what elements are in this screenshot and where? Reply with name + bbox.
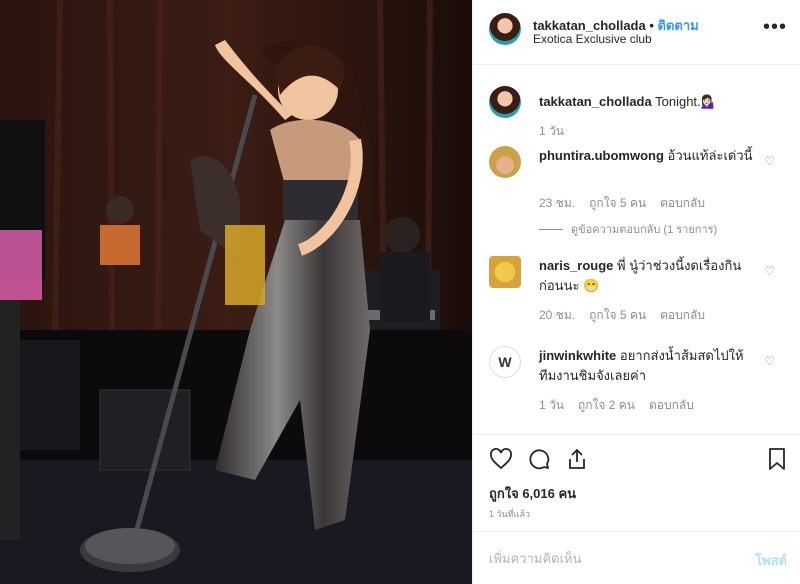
comment-meta: 23 ชม. ถูกใจ 5 คน ตอบกลับ [539, 194, 705, 213]
comment-meta: 20 ชม. ถูกใจ 5 คน ตอบกลับ [539, 306, 705, 325]
post-photo[interactable] [0, 0, 472, 584]
comment-list[interactable]: takkatan_chollada Tonight.💁🏻‍♀️ 1 วัน ph… [473, 66, 800, 434]
avatar[interactable] [489, 256, 521, 288]
heart-icon[interactable] [489, 447, 513, 471]
comment-icon[interactable] [527, 447, 551, 471]
comment-username[interactable]: jinwinkwhite [539, 348, 616, 363]
avatar[interactable] [489, 146, 521, 178]
comment-like-icon[interactable]: ♡ [764, 354, 775, 368]
comment-text: naris_rouge พี่ นู๋ว่าช่วงนี้งดเรื่องกิน… [539, 256, 759, 296]
comment-item: W jinwinkwhite อยากส่งน้ำส้มสดไปให้ทีมงา… [489, 346, 789, 416]
caption-body: Tonight.💁🏻‍♀️ [655, 94, 717, 109]
replies-line [539, 228, 563, 230]
avatar[interactable]: W [489, 346, 521, 378]
comment-text: jinwinkwhite อยากส่งน้ำส้มสดไปให้ทีมงานช… [539, 346, 759, 386]
comment-age: 20 ชม. [539, 308, 576, 322]
avatar-logo: W [498, 354, 512, 370]
view-replies-button[interactable]: ดูข้อความตอบกลับ (1 รายการ) [539, 220, 717, 238]
more-options-icon[interactable]: ••• [763, 16, 787, 39]
comment-item: phuntira.ubomwong อ้วนแท้ล่ะเด่วนี้ ♡ 23… [489, 146, 789, 246]
comment-likes[interactable]: ถูกใจ 2 คน [578, 396, 635, 415]
comment-item: naris_rouge พี่ นู๋ว่าช่วงนี้งดเรื่องกิน… [489, 256, 789, 326]
caption-text: takkatan_chollada Tonight.💁🏻‍♀️ [539, 92, 759, 112]
post-comment-button[interactable]: โพสต์ [755, 550, 787, 571]
comment-likes[interactable]: ถูกใจ 5 คน [589, 306, 646, 325]
reply-button[interactable]: ตอบกลับ [660, 194, 705, 213]
comment-body: อ้วนแท้ล่ะเด่วนี้ [667, 148, 753, 163]
avatar[interactable] [489, 86, 521, 118]
like-count[interactable]: ถูกใจ 6,016 คน [489, 483, 576, 504]
action-icons [489, 447, 589, 471]
comment-like-icon[interactable]: ♡ [764, 154, 775, 168]
comment-username[interactable]: phuntira.ubomwong [539, 148, 664, 163]
view-replies-label: ดูข้อความตอบกลับ (1 รายการ) [571, 224, 718, 236]
post-header: takkatan_chollada • ติดตาม Exotica Exclu… [473, 0, 800, 65]
comment-age: 23 ชม. [539, 196, 576, 210]
comment-like-icon[interactable]: ♡ [764, 264, 775, 278]
post-location[interactable]: Exotica Exclusive club [533, 32, 652, 46]
caption-username[interactable]: takkatan_chollada [539, 94, 652, 109]
post-username[interactable]: takkatan_chollada [533, 18, 646, 33]
comment-age: 1 วัน [539, 398, 564, 412]
comment-username[interactable]: naris_rouge [539, 258, 613, 273]
post-time: 1 วันที่แล้ว [489, 509, 531, 519]
add-comment-bar: โพสต์ [473, 531, 800, 584]
bookmark-icon[interactable] [767, 447, 787, 471]
reply-button[interactable]: ตอบกลับ [660, 306, 705, 325]
separator-dot: • [649, 18, 654, 33]
post-modal: takkatan_chollada • ติดตาม Exotica Exclu… [0, 0, 800, 584]
comment-text: phuntira.ubomwong อ้วนแท้ล่ะเด่วนี้ [539, 146, 759, 166]
comment-likes[interactable]: ถูกใจ 5 คน [589, 194, 646, 213]
post-actions: ถูกใจ 6,016 คน 1 วันที่แล้ว [473, 434, 800, 544]
reply-button[interactable]: ตอบกลับ [649, 396, 694, 415]
stage-photo-illustration [0, 0, 472, 584]
follow-button[interactable]: ติดตาม [658, 18, 699, 33]
avatar[interactable] [489, 13, 521, 45]
caption-meta: 1 วัน [539, 122, 564, 141]
caption-age: 1 วัน [539, 124, 564, 138]
comment-meta: 1 วัน ถูกใจ 2 คน ตอบกลับ [539, 396, 694, 415]
share-icon[interactable] [565, 447, 589, 471]
comment-input[interactable] [489, 548, 719, 568]
post-side-panel: takkatan_chollada • ติดตาม Exotica Exclu… [472, 0, 800, 584]
